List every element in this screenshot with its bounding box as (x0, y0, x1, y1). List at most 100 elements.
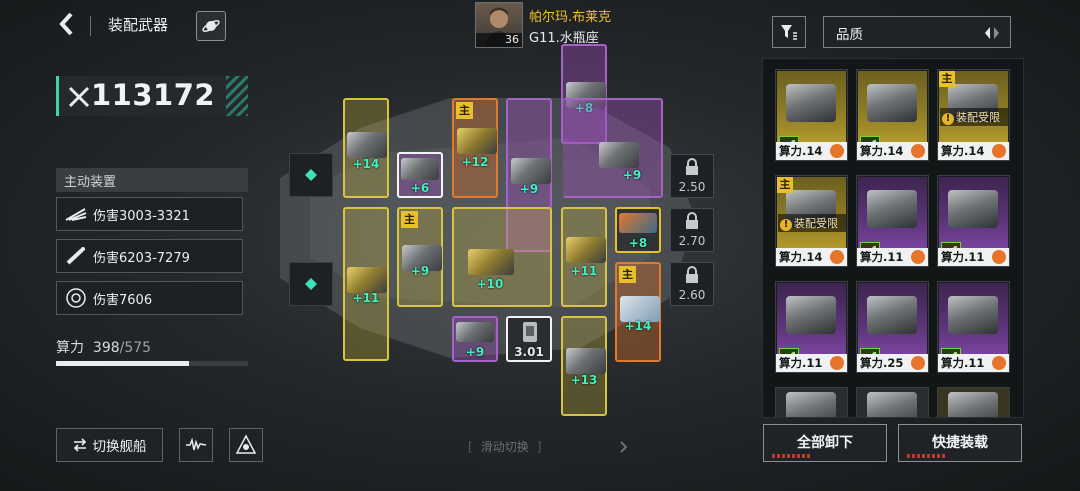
restricted-warning: ! 装配受限 (940, 108, 1008, 126)
slot-level: +10 (476, 277, 504, 291)
locked-slot-3[interactable]: 2.60 (670, 262, 714, 306)
turret-icon (867, 84, 917, 122)
gear-icon (911, 356, 925, 370)
pilot-level: 36 (476, 33, 522, 47)
planet-button[interactable] (196, 11, 226, 41)
slot-level: +9 (622, 168, 642, 182)
inventory-card[interactable]: 主 ! 装配受限 算力.14 (775, 175, 848, 267)
gear-icon (992, 356, 1006, 370)
slot-level: +8 (628, 236, 648, 250)
compute-title: 算力 (56, 340, 84, 356)
weapon-slot-15[interactable]: +13 (561, 316, 607, 416)
slot-level: +9 (465, 345, 485, 359)
compute-progress-bar (56, 361, 248, 366)
damage-row-1[interactable]: 伤害3003-3321 (56, 197, 243, 231)
inventory-card[interactable]: 算力.25 (856, 281, 929, 373)
main-badge: 主 (456, 102, 473, 119)
gear-icon (911, 144, 925, 158)
weapon-slot-12[interactable]: 主 +14 (615, 262, 661, 362)
stripe-decoration (226, 76, 248, 116)
weapon-icon (456, 322, 494, 342)
weapon-slot-13[interactable]: +9 (452, 316, 498, 362)
locked-slot-2[interactable]: 2.70 (670, 208, 714, 252)
combat-power-panel: 113172 (56, 76, 248, 116)
damage-label-2: 伤害6203-7279 (93, 250, 190, 266)
inventory-card[interactable]: 算力.11 (856, 175, 929, 267)
back-button[interactable] (56, 10, 82, 40)
inventory-card[interactable]: 算力.14 (856, 69, 929, 161)
wave-button[interactable] (179, 428, 213, 462)
weapon-slot-9[interactable]: +10 (452, 207, 552, 307)
fleet-icon (235, 434, 257, 454)
bracket-right: ] (536, 439, 542, 454)
weapon-slot-14[interactable]: 3.01 (506, 316, 552, 362)
pilot-avatar[interactable]: 36 (475, 2, 523, 48)
lock-value: 2.50 (678, 180, 706, 194)
damage-row-3[interactable]: 伤害7606 (56, 281, 243, 315)
crossed-swords-icon (68, 86, 90, 108)
weapon-slot-7[interactable]: +11 (343, 207, 389, 361)
inventory-card[interactable] (775, 387, 848, 417)
unequip-all-button[interactable]: 全部卸下 (763, 424, 887, 462)
damage-label-3: 伤害7606 (93, 292, 153, 308)
swipe-hint-label: 滑动切换 (480, 440, 529, 454)
weapon-icon (511, 158, 551, 184)
inventory-card[interactable] (856, 387, 929, 417)
button-stripe (772, 454, 812, 458)
inventory-card[interactable]: 算力.14 (775, 69, 848, 161)
warning-label: 装配受限 (956, 111, 1000, 124)
diamond-icon (305, 278, 317, 290)
gear-icon (830, 250, 844, 264)
restricted-warning: ! 装配受限 (778, 214, 846, 232)
slot-level: +11 (570, 264, 598, 278)
equipment-node-1[interactable] (289, 153, 333, 197)
page-title: 装配武器 (108, 16, 169, 34)
quick-equip-button[interactable]: 快捷装载 (898, 424, 1022, 462)
damage-label-1: 伤害3003-3321 (93, 208, 190, 224)
weapon-slot-8[interactable]: 主 +9 (397, 207, 443, 307)
switch-ship-button[interactable]: 切换舰船 (56, 428, 163, 462)
filter-button[interactable] (772, 16, 806, 48)
inventory-card[interactable]: 算力.11 (937, 175, 1010, 267)
inventory-card[interactable]: 算力.11 (937, 281, 1010, 373)
weapon-slot-10[interactable]: +11 (561, 207, 607, 307)
weapon-slot-1[interactable]: +14 (343, 98, 389, 198)
inventory-card[interactable]: 算力.11 (775, 281, 848, 373)
weapon-slot-6[interactable]: +9 (563, 98, 663, 198)
fleet-button[interactable] (229, 428, 263, 462)
turret-icon (867, 296, 917, 334)
wing-icon (65, 208, 87, 221)
weapon-icon (566, 237, 606, 263)
gear-icon (830, 356, 844, 370)
damage-row-2[interactable]: 伤害6203-7279 (56, 239, 243, 273)
lock-value: 2.60 (678, 288, 706, 302)
weapon-icon (347, 267, 387, 293)
weapon-slot-3[interactable]: 主 +12 (452, 98, 498, 198)
turret-icon (948, 296, 998, 334)
weapon-icon (347, 132, 387, 158)
gear-icon (992, 250, 1006, 264)
inventory-card[interactable] (937, 387, 1010, 417)
compute-max: /575 (119, 340, 152, 356)
weapon-icon (468, 249, 514, 275)
inventory-card[interactable]: 主 ! 装配受限 算力.14 (937, 69, 1010, 161)
weapon-icon (599, 142, 639, 168)
weapon-slot-11[interactable]: +8 (615, 207, 661, 253)
equipment-inventory-panel: 算力.14 算力.14 主 ! 装配受限 算力.14 主 ! 装配受限 算力.14 … (762, 58, 1024, 418)
equipment-node-2[interactable] (289, 262, 333, 306)
pilot-name: 帕尔玛.布莱克 (529, 10, 612, 25)
turret-icon (867, 190, 917, 228)
lock-icon (686, 266, 698, 283)
weapon-icon (401, 158, 439, 180)
planet-icon (202, 20, 220, 32)
sort-dropdown[interactable]: 品质 (823, 16, 1011, 48)
weapon-slot-2[interactable]: +6 (397, 152, 443, 198)
main-badge: 主 (939, 71, 955, 87)
compute-used: 398 (92, 340, 120, 356)
locked-slot-1[interactable]: 2.50 (670, 154, 714, 198)
weapon-icon (457, 128, 497, 154)
lock-icon (686, 158, 698, 175)
gear-icon (830, 144, 844, 158)
lock-icon (686, 212, 698, 229)
slot-level: +6 (410, 181, 430, 195)
